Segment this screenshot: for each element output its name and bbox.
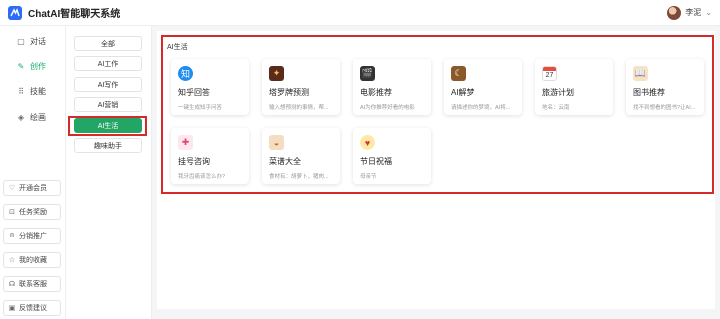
nurse-icon: ✚ — [178, 135, 193, 150]
palette-icon: ◈ — [17, 113, 25, 122]
chevron-down-icon: ⌄ — [705, 8, 712, 17]
chat-icon: ▢ — [17, 37, 25, 46]
card-title: 节日祝福 — [360, 157, 392, 166]
section-title: AI生活 — [167, 44, 188, 51]
card-title: AI解梦 — [451, 88, 475, 97]
category-ai-writing[interactable]: AI写作 — [74, 77, 142, 92]
user-name: 李泥 — [685, 8, 702, 17]
zhihu-icon: 知 — [178, 66, 193, 81]
card-registration[interactable]: ✚ 挂号咨询 我牙齿痛该怎么办? — [171, 128, 249, 184]
category-ai-marketing[interactable]: AI营销 — [74, 97, 142, 112]
card-movie[interactable]: 🎬 电影推荐 AI为你推荐好看的电影 — [353, 59, 431, 115]
button-label: 反馈建议 — [19, 305, 47, 312]
membership-button[interactable]: ♡ 开通会员 — [3, 180, 61, 196]
button-label: 开通会员 — [19, 185, 47, 192]
pen-icon: ✎ — [17, 62, 25, 71]
sidebar-item-painting[interactable]: ◈ 绘画 — [16, 112, 46, 123]
tarot-card-icon: ✦ — [269, 66, 284, 81]
sidebar-item-chat[interactable]: ▢ 对话 — [16, 36, 46, 47]
feedback-button[interactable]: ▣ 反馈建议 — [3, 300, 61, 316]
sidebar-item-label: 创作 — [30, 62, 46, 71]
clapperboard-icon: 🎬 — [360, 66, 375, 81]
card-holiday-wishes[interactable]: ♥ 节日祝福 母亲节 — [353, 128, 431, 184]
button-label: 我的收藏 — [19, 257, 47, 264]
card-desc: 找不到想看的图书?让AI... — [633, 105, 696, 111]
app-title: ChatAI智能聊天系统 — [28, 9, 121, 20]
category-all[interactable]: 全部 — [74, 36, 142, 51]
card-recipes[interactable]: ◒ 菜谱大全 食材有：胡萝卜，猪肉... — [262, 128, 340, 184]
app-logo-icon — [8, 5, 22, 20]
sidebar-item-label: 绘画 — [30, 113, 46, 122]
book-icon: 📖 — [633, 66, 648, 81]
card-title: 挂号咨询 — [178, 157, 210, 166]
contact-support-button[interactable]: ☊ 联系客服 — [3, 276, 61, 292]
card-book[interactable]: 📖 图书推荐 找不到想看的图书?让AI... — [626, 59, 704, 115]
sidebar-item-create[interactable]: ✎ 创作 — [16, 61, 46, 72]
gift-icon: ⊡ — [9, 209, 15, 216]
headset-icon: ☊ — [8, 281, 16, 288]
favorites-button[interactable]: ☆ 我的收藏 — [3, 252, 61, 268]
card-desc: 输入想预测的事情，帮... — [269, 105, 329, 111]
card-desc: 母亲节 — [360, 174, 377, 180]
button-label: 分销推广 — [19, 233, 47, 240]
person-icon: ⍝ — [9, 232, 15, 239]
card-zhihu-answer[interactable]: 知 知乎回答 一键生成知乎问答 — [171, 59, 249, 115]
calendar-icon: 27 — [542, 66, 557, 81]
sidebar-item-label: 技能 — [30, 87, 46, 96]
category-list: 全部 AI工作 AI写作 AI营销 AI生活 趣味助手 — [66, 26, 152, 319]
grid-icon: ⠿ — [18, 87, 24, 96]
referral-button[interactable]: ⍝ 分销推广 — [3, 228, 61, 244]
card-title: 旅游计划 — [542, 88, 574, 97]
card-desc: 食材有：胡萝卜，猪肉... — [269, 174, 329, 180]
category-ai-work[interactable]: AI工作 — [74, 56, 142, 71]
heart-icon: ♡ — [8, 185, 16, 192]
card-title: 塔罗牌预测 — [269, 88, 309, 97]
top-bar: ChatAI智能聊天系统 李泥 ⌄ — [0, 0, 720, 26]
heart-badge-icon: ♥ — [360, 135, 375, 150]
card-title: 菜谱大全 — [269, 157, 301, 166]
sidebar: ▢ 对话 ✎ 创作 ⠿ 技能 ◈ 绘画 ♡ 开通会员 ⊡ 任务奖励 ⍝ 分销推广… — [0, 26, 66, 319]
card-title: 图书推荐 — [633, 88, 665, 97]
sidebar-item-label: 对话 — [30, 37, 46, 46]
feedback-icon: ▣ — [8, 305, 16, 312]
card-travel[interactable]: 27 旅游计划 地名：云南 — [535, 59, 613, 115]
category-ai-life[interactable]: AI生活 — [74, 118, 142, 133]
user-menu[interactable]: 李泥 ⌄ — [667, 5, 712, 20]
card-title: 电影推荐 — [360, 88, 392, 97]
card-desc: 地名：云南 — [542, 105, 570, 111]
card-desc: 请描述你的梦境，AI将... — [451, 105, 511, 111]
card-desc: 一键生成知乎问答 — [178, 105, 223, 111]
star-icon: ☆ — [8, 257, 16, 264]
category-fun-assistant[interactable]: 趣味助手 — [74, 138, 142, 153]
task-reward-button[interactable]: ⊡ 任务奖励 — [3, 204, 61, 220]
card-dream[interactable]: ☾ AI解梦 请描述你的梦境，AI将... — [444, 59, 522, 115]
dream-icon: ☾ — [451, 66, 466, 81]
sidebar-item-skills[interactable]: ⠿ 技能 — [16, 86, 46, 97]
card-title: 知乎回答 — [178, 88, 210, 97]
dish-icon: ◒ — [269, 135, 284, 150]
button-label: 联系客服 — [19, 281, 47, 288]
avatar[interactable] — [667, 5, 682, 20]
card-desc: AI为你推荐好看的电影 — [360, 105, 415, 111]
button-label: 任务奖励 — [19, 209, 47, 216]
card-desc: 我牙齿痛该怎么办? — [178, 174, 226, 180]
card-tarot[interactable]: ✦ 塔罗牌预测 输入想预测的事情，帮... — [262, 59, 340, 115]
